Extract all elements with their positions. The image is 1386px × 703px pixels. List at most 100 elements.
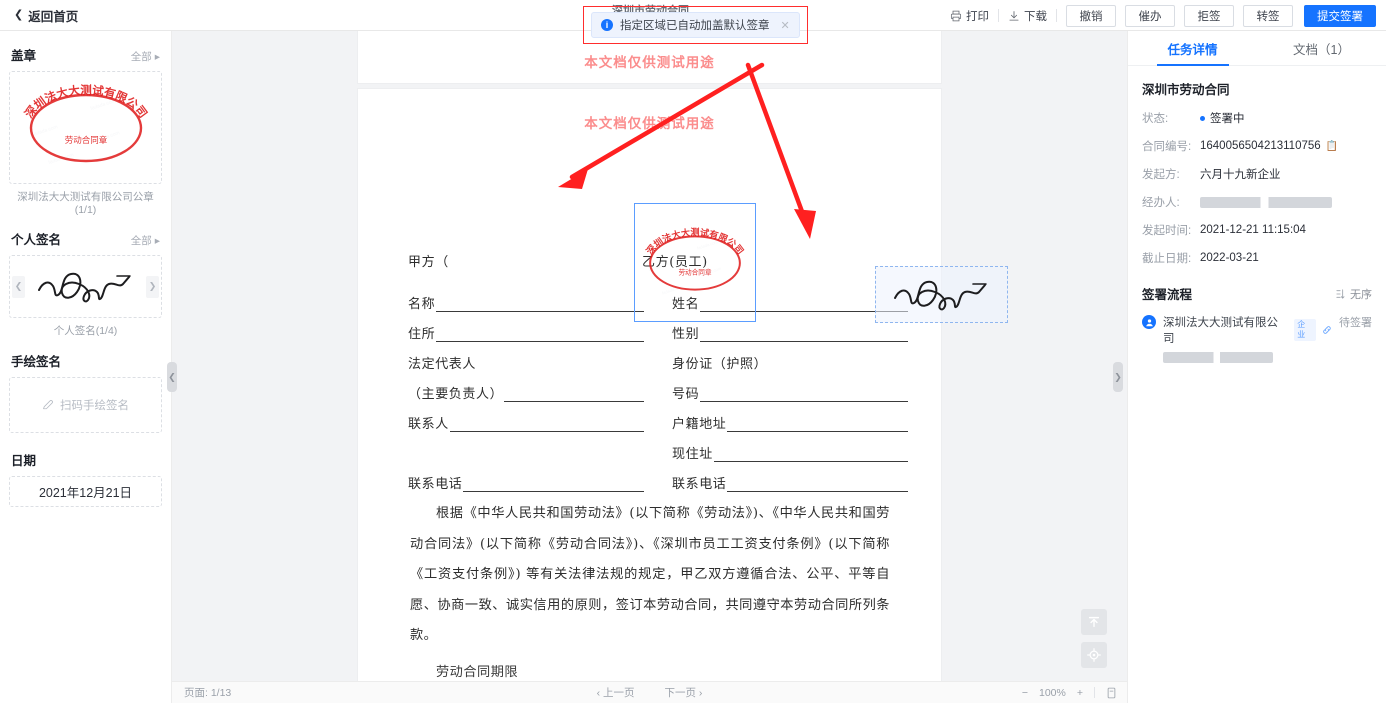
chevron-left-icon: ❮ (14, 8, 24, 21)
status-badge: 签署中 (1210, 113, 1245, 125)
left-sidebar: 盖章 全部 ▸ fadada.com fadada.com fadada.com… (0, 31, 172, 703)
form-row: 住所 (408, 312, 644, 342)
company-seal-image: fadada.com fadada.com fadada.com fadada.… (644, 226, 746, 295)
urge-button[interactable]: 催办 (1125, 4, 1175, 27)
form-row: 联系电话 (672, 462, 908, 492)
close-icon[interactable]: ✕ (781, 19, 790, 32)
signing-flow-item[interactable]: 深圳法大大测试有限公司 企业 待签署 (1142, 314, 1372, 368)
signer-type-badge: 企业 (1294, 319, 1317, 341)
form-row: 法定代表人 (408, 342, 644, 372)
submit-sign-button[interactable]: 提交签署 (1304, 4, 1376, 27)
panel-document-title: 深圳市劳动合同 (1142, 83, 1230, 97)
reject-sign-button[interactable]: 拒签 (1184, 4, 1234, 27)
chevron-right-icon: ❯ (1114, 371, 1122, 382)
field-line[interactable] (700, 388, 908, 402)
field-key: 合同编号: (1142, 141, 1192, 153)
task-detail-panel: 任务详情 文档（1） 深圳市劳动合同 状态: 签署中 合同编号: 1640056… (1127, 31, 1386, 703)
redacted-signer-detail (1163, 352, 1273, 363)
watermark-text-main: 本文档仅供测试用途 (584, 116, 715, 132)
handwritten-signature-image (37, 272, 131, 302)
draw-signature-title: 手绘签名 (11, 355, 62, 369)
notification-highlight: i 指定区域已自动加盖默认签章 ✕ (583, 6, 808, 44)
date-stamp-card[interactable]: 2021年12月21日 (9, 476, 162, 507)
collapse-left-sidebar-handle[interactable]: ❮ (167, 362, 177, 392)
signature-thumbnail-card[interactable]: ❮ ❯ (9, 255, 162, 318)
draw-signature-card[interactable]: 扫码手绘签名 (9, 377, 162, 433)
user-icon (1145, 318, 1153, 326)
field-line[interactable] (449, 418, 644, 432)
field-key: 发起方: (1142, 169, 1180, 181)
seal-placement-box[interactable]: fadada.com fadada.com fadada.com fadada.… (634, 203, 756, 322)
panel-body: 深圳市劳动合同 状态: 签署中 合同编号: 164005650421311075… (1128, 66, 1386, 368)
tab-task-detail[interactable]: 任务详情 (1128, 31, 1257, 65)
download-icon (1009, 10, 1019, 21)
collapse-right-panel-handle[interactable]: ❯ (1113, 362, 1123, 392)
signature-placement-box[interactable] (875, 266, 1008, 323)
field-value: 2021-12-21 11:15:04 (1200, 224, 1306, 236)
seal-thumbnail-card[interactable]: fadada.com fadada.com fadada.com fadada.… (9, 71, 162, 184)
field-line[interactable] (463, 478, 644, 492)
handwritten-signature-image (893, 280, 987, 310)
field-line[interactable] (504, 388, 644, 402)
field-deadline: 截止日期: 2022-03-21 (1142, 250, 1372, 266)
unordered-icon (1336, 288, 1345, 299)
field-label: （主要负责人） (408, 387, 504, 402)
next-page-button[interactable]: 下一页 › (665, 685, 703, 700)
form-row: 户籍地址 (672, 402, 908, 432)
field-key: 状态: (1142, 113, 1169, 125)
chevron-left-icon[interactable]: ❮ (12, 275, 25, 298)
revoke-button[interactable]: 撤销 (1066, 4, 1116, 27)
document-viewer[interactable]: 本文档仅供测试用途 本文档仅供测试用途 甲方（ 乙方(员工) 名称 住所 法定代… (172, 31, 1127, 703)
signature-view-all-link[interactable]: 全部 ▸ (131, 233, 160, 248)
chevron-right-icon[interactable]: ❯ (146, 275, 159, 298)
zoom-in-button[interactable]: + (1077, 687, 1083, 699)
form-row: 联系电话 (408, 462, 644, 492)
field-line[interactable] (727, 418, 908, 432)
signer-status: 待签署 (1339, 317, 1372, 329)
status-bar-divider (1094, 687, 1095, 698)
print-button[interactable]: 打印 (941, 6, 998, 26)
seal-view-all-link[interactable]: 全部 ▸ (131, 49, 160, 64)
notification-toast: i 指定区域已自动加盖默认签章 ✕ (591, 12, 800, 38)
print-label: 打印 (966, 10, 989, 23)
signer-name: 深圳法大大测试有限公司 (1163, 317, 1278, 345)
field-label: 住所 (408, 327, 436, 342)
scroll-top-button[interactable] (1081, 609, 1107, 635)
zoom-out-button[interactable]: − (1022, 687, 1028, 699)
field-value: 2022-03-21 (1200, 252, 1259, 264)
transfer-sign-button[interactable]: 转签 (1243, 4, 1293, 27)
link-icon[interactable] (1322, 325, 1332, 335)
pencil-icon (43, 400, 53, 410)
download-button[interactable]: 下载 (999, 6, 1056, 26)
avatar (1142, 315, 1156, 329)
party-a-fields: 名称 住所 法定代表人 （主要负责人） 联系人 联系电话 (408, 282, 644, 492)
back-home-button[interactable]: ❮ 返回首页 (14, 6, 78, 25)
zoom-level-label: 100% (1039, 686, 1066, 699)
field-line[interactable] (436, 298, 644, 312)
download-label: 下载 (1024, 10, 1047, 23)
tab-documents[interactable]: 文档（1） (1257, 31, 1386, 65)
seal-section-header: 盖章 全部 ▸ (11, 45, 160, 64)
field-line[interactable] (727, 478, 908, 492)
redacted-value (1200, 196, 1332, 208)
fit-page-icon[interactable] (1106, 687, 1117, 699)
field-line (477, 358, 644, 372)
locate-button[interactable] (1081, 642, 1107, 668)
field-value: 1640056504213110756 (1200, 140, 1321, 152)
chevron-left-icon: ❮ (168, 371, 176, 382)
field-label: 联系电话 (408, 477, 463, 492)
field-line[interactable] (700, 328, 908, 342)
field-line[interactable] (436, 328, 644, 342)
copy-icon[interactable]: 📋 (1326, 141, 1338, 152)
date-value: 2021年12月21日 (38, 486, 133, 500)
field-initiator: 发起方: 六月十九新企业 (1142, 166, 1372, 182)
field-value: 六月十九新企业 (1200, 169, 1281, 181)
prev-page-button[interactable]: ‹ 上一页 (597, 685, 635, 700)
signature-app: ❮ 返回首页 打印 下载 撤销 催办 拒签 转签 提交签署 深圳市劳动合同 i … (0, 0, 1386, 703)
field-line[interactable] (713, 448, 908, 462)
seal-section-title: 盖章 (11, 49, 37, 63)
draw-signature-placeholder: 扫码手绘签名 (60, 400, 129, 412)
signing-flow-title: 签署流程 (1142, 288, 1193, 302)
page-navigation: ‹ 上一页 下一页 › (597, 685, 703, 700)
seal-caption: 深圳法大大测试有限公司公章(1/1) (17, 191, 154, 216)
